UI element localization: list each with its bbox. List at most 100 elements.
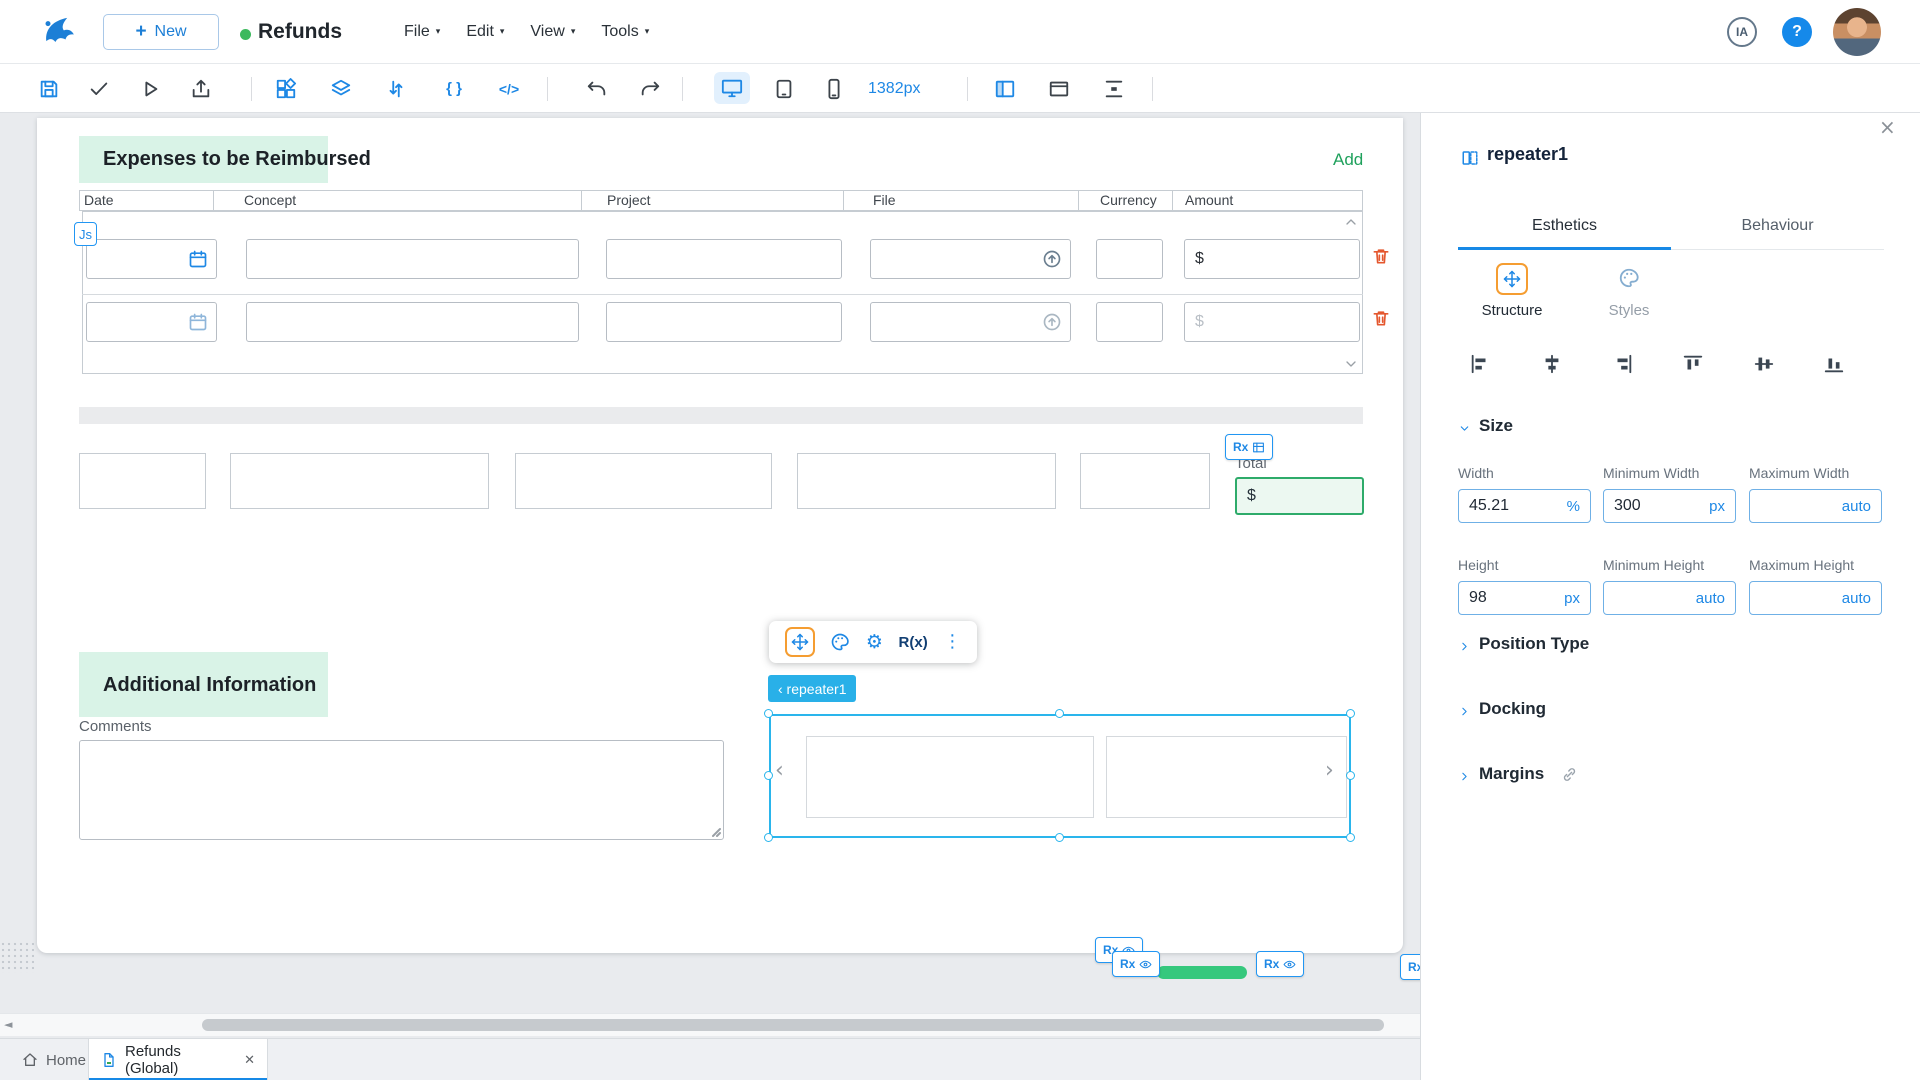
total-amount-field[interactable]: $	[1235, 477, 1364, 515]
upload-icon[interactable]	[1042, 249, 1062, 269]
repeater-item-box[interactable]	[1106, 736, 1347, 818]
docking-section-header[interactable]: Docking	[1479, 699, 1546, 719]
add-row-button[interactable]: Add	[1333, 150, 1363, 170]
project-input[interactable]	[606, 302, 842, 342]
code-icon[interactable]: </>	[491, 64, 527, 113]
new-button[interactable]: + New	[103, 14, 219, 50]
resize-handle[interactable]	[709, 825, 721, 837]
concept-input[interactable]	[246, 239, 579, 279]
project-input[interactable]	[606, 239, 842, 279]
align-left-icon[interactable]	[1469, 353, 1491, 375]
height-input[interactable]: 98 px	[1458, 581, 1591, 615]
resize-handle[interactable]	[1346, 833, 1355, 842]
play-icon[interactable]	[132, 64, 168, 113]
menu-file[interactable]: File ▾	[404, 23, 440, 41]
resize-handle[interactable]	[764, 709, 773, 718]
empty-cell[interactable]	[1080, 453, 1210, 509]
date-input[interactable]	[86, 302, 217, 342]
comments-textarea[interactable]	[79, 740, 724, 840]
resize-handle[interactable]	[764, 771, 773, 780]
currency-input[interactable]	[1096, 239, 1163, 279]
menu-tools[interactable]: Tools ▾	[601, 23, 649, 41]
align-center-horizontal-icon[interactable]	[1541, 353, 1563, 375]
move-icon[interactable]	[784, 627, 815, 657]
kebab-icon[interactable]: ⋮	[943, 633, 961, 651]
help-button[interactable]: ?	[1782, 17, 1812, 47]
chevron-right-icon[interactable]	[1458, 705, 1471, 718]
trash-icon[interactable]	[1371, 308, 1391, 328]
align-middle-icon[interactable]	[1753, 353, 1775, 375]
calendar-icon[interactable]	[188, 312, 208, 332]
chevron-down-icon[interactable]	[1343, 356, 1359, 372]
scrollbar-thumb[interactable]	[202, 1019, 1384, 1031]
panel-left-icon[interactable]	[987, 64, 1023, 113]
chevron-right-icon[interactable]	[1458, 770, 1471, 783]
empty-cell[interactable]	[515, 453, 772, 509]
repeater-rows-container[interactable]	[82, 211, 1363, 374]
tab-behaviour[interactable]: Behaviour	[1671, 202, 1884, 250]
position-type-section-header[interactable]: Position Type	[1479, 634, 1589, 654]
resize-handle[interactable]	[1055, 833, 1064, 842]
min-height-input[interactable]: auto	[1603, 581, 1736, 615]
gear-icon[interactable]: ⚙	[866, 632, 883, 652]
trash-icon[interactable]	[1371, 246, 1391, 266]
menu-edit[interactable]: Edit ▾	[466, 23, 504, 41]
close-icon[interactable]: ✕	[244, 1054, 255, 1067]
link-icon[interactable]	[1561, 766, 1578, 783]
carousel-next-icon[interactable]: ›	[1325, 760, 1334, 782]
tab-refunds-global[interactable]: Refunds (Global) ✕	[88, 1039, 268, 1080]
undo-icon[interactable]	[579, 64, 615, 113]
validate-icon[interactable]	[81, 64, 117, 113]
export-icon[interactable]	[183, 64, 219, 113]
max-width-input[interactable]: auto	[1749, 489, 1882, 523]
layers-icon[interactable]	[323, 64, 359, 113]
resize-handle[interactable]	[1055, 709, 1064, 718]
amount-input[interactable]: $	[1184, 302, 1360, 342]
avatar[interactable]	[1833, 8, 1881, 56]
hidden-action-pill[interactable]	[1157, 966, 1247, 979]
close-icon[interactable]: ×	[1879, 117, 1896, 137]
redo-icon[interactable]	[632, 64, 668, 113]
empty-cell[interactable]	[79, 453, 206, 509]
rx-formula-badge[interactable]: Rx	[1225, 434, 1274, 460]
compare-icon[interactable]	[378, 64, 414, 113]
phone-icon[interactable]	[816, 64, 852, 113]
carousel-prev-icon[interactable]: ‹	[775, 760, 784, 782]
tablet-icon[interactable]	[766, 64, 802, 113]
styles-mode-icon[interactable]	[1618, 267, 1640, 289]
resize-handle[interactable]	[1346, 771, 1355, 780]
calendar-icon[interactable]	[188, 249, 208, 269]
max-height-input[interactable]: auto	[1749, 581, 1882, 615]
save-icon[interactable]	[31, 64, 67, 113]
chevron-down-icon[interactable]	[1458, 422, 1471, 435]
components-icon[interactable]	[268, 64, 304, 113]
resize-handle[interactable]	[1346, 709, 1355, 718]
tab-home[interactable]: Home	[10, 1039, 98, 1080]
amount-input[interactable]: $	[1184, 239, 1360, 279]
selected-widget-chip[interactable]: ‹ repeater1	[768, 675, 857, 702]
rx-visibility-badge[interactable]: Rx	[1256, 951, 1305, 977]
align-top-icon[interactable]	[1682, 353, 1704, 375]
palette-icon[interactable]	[830, 632, 850, 652]
structure-mode-label[interactable]: Structure	[1458, 302, 1566, 319]
margins-section-header[interactable]: Margins	[1479, 764, 1544, 784]
date-input[interactable]	[86, 239, 217, 279]
file-input[interactable]	[870, 239, 1071, 279]
fx-icon[interactable]: R(x)	[899, 634, 928, 651]
menu-view[interactable]: View ▾	[530, 23, 575, 41]
min-width-input[interactable]: 300 px	[1603, 489, 1736, 523]
align-right-icon[interactable]	[1612, 353, 1634, 375]
structure-mode-icon[interactable]	[1496, 263, 1528, 295]
concept-input[interactable]	[246, 302, 579, 342]
desktop-icon[interactable]	[714, 72, 750, 104]
repeater-item-box[interactable]	[806, 736, 1094, 818]
form-surface[interactable]: Expenses to be Reimbursed Add Date Conce…	[37, 118, 1403, 953]
size-section-header[interactable]: Size	[1479, 416, 1513, 436]
horizontal-scrollbar[interactable]: ◄	[0, 1013, 1420, 1036]
chevron-up-icon[interactable]	[1343, 214, 1359, 230]
braces-icon[interactable]: { }	[436, 64, 472, 113]
rx-visibility-badge[interactable]: Rx	[1112, 951, 1161, 977]
scroll-left-arrow-icon[interactable]: ◄	[4, 1019, 12, 1030]
file-input[interactable]	[870, 302, 1071, 342]
upload-icon[interactable]	[1042, 312, 1062, 332]
